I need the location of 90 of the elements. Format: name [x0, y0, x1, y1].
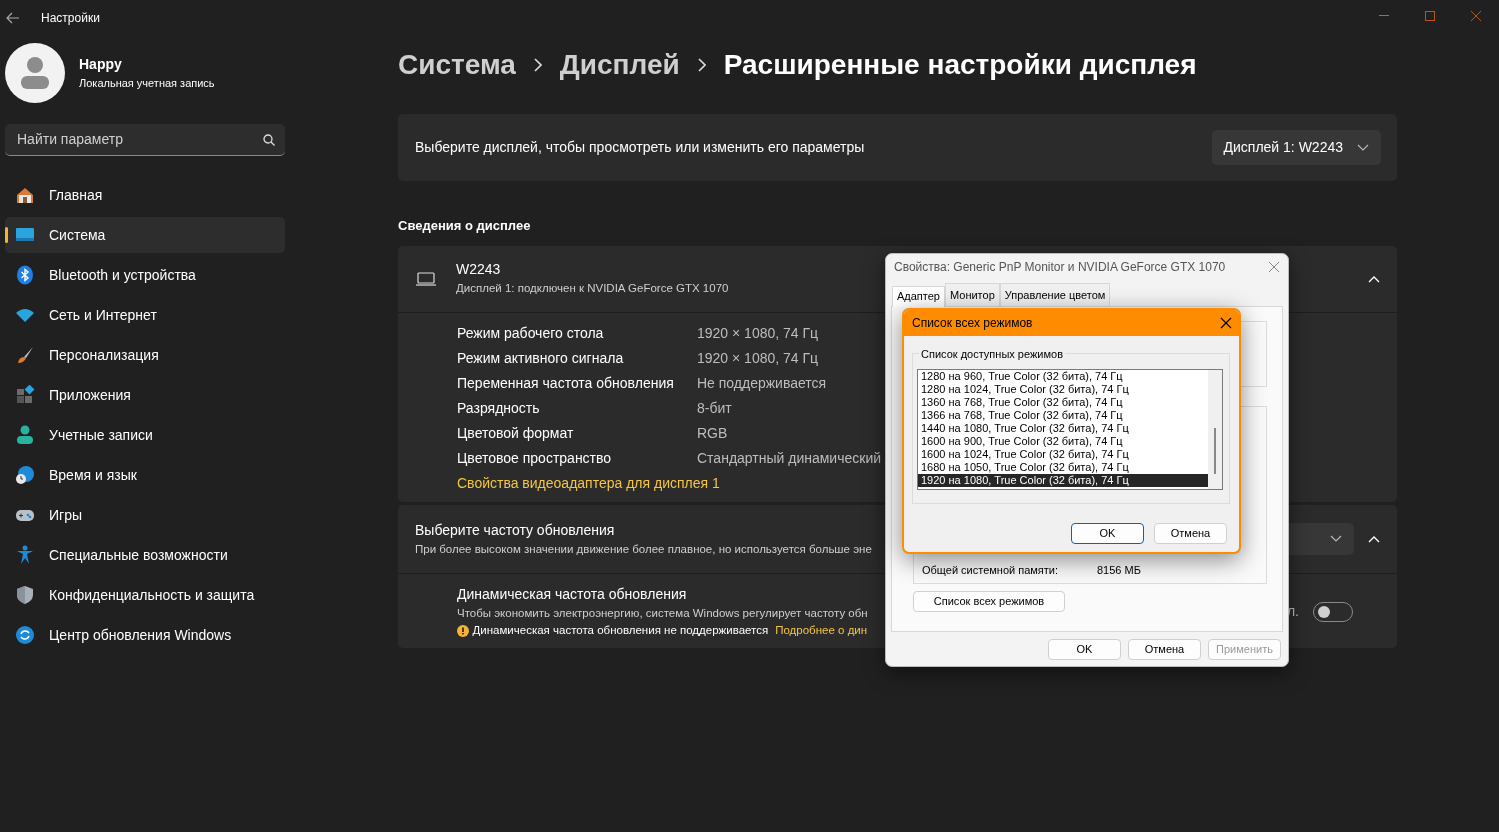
tab[interactable]: Управление цветом — [999, 282, 1111, 306]
display-select-label: Выберите дисплей, чтобы просмотреть или изменить его параметры — [415, 138, 865, 157]
dialog-button[interactable]: Отмена — [1128, 639, 1201, 660]
search-field[interactable]: Найти параметр — [15, 128, 263, 151]
apps-icon — [15, 385, 35, 405]
list-item[interactable]: 1366 на 768, True Color (32 бита), 74 Гц — [918, 409, 1208, 422]
user-name: Happy — [79, 55, 123, 75]
info-label: Цветовой формат — [457, 423, 575, 443]
sidebar-item[interactable]: Конфиденциальность и защита — [5, 577, 285, 613]
sync-icon — [15, 625, 35, 645]
laptop-icon — [416, 271, 436, 286]
breadcrumb-item[interactable]: Дисплей — [559, 44, 680, 86]
sidebar-item[interactable]: Центр обновления Windows — [5, 617, 285, 653]
info-label: Переменная частота обновления — [457, 373, 675, 393]
dynamic-refresh-title: Динамическая частота обновления — [457, 585, 687, 604]
adapter-properties-link[interactable]: Свойства видеоадаптера для дисплея 1 — [457, 474, 720, 491]
accessibility-icon — [15, 545, 35, 565]
info-value: Стандартный динамический — [697, 448, 882, 468]
list-all-modes-button[interactable]: Список всех режимов — [913, 591, 1065, 612]
scrollbar-thumb — [1214, 428, 1216, 474]
learn-more-link[interactable]: Подробнее о дин — [775, 622, 868, 640]
list-item[interactable]: 1600 на 1024, True Color (32 бита), 74 Гц — [918, 448, 1208, 461]
sidebar-item[interactable]: Учетные записи — [5, 417, 285, 453]
info-value: RGB — [697, 423, 728, 443]
refresh-rate-description: При более высоком значении движение более плавное, но используется больше эне — [415, 541, 872, 557]
dialog-title: Свойства: Generic PnP Monitor и NVIDIA GeForce GTX 1070 — [894, 259, 1226, 276]
dynamic-refresh-description: Чтобы экономить электроэнергию, система Windows регулирует частоту обн — [457, 606, 868, 621]
chevron-down-icon — [1357, 143, 1369, 152]
info-value: 1920 × 1080, 74 Гц — [697, 323, 819, 343]
sidebar-item[interactable]: Специальные возможности — [5, 537, 285, 573]
window-title: Настройки — [41, 10, 100, 27]
chevron-down-icon — [1330, 535, 1342, 543]
list-item[interactable]: 1440 на 1080, True Color (32 бита), 74 Гц — [918, 422, 1208, 435]
tab[interactable]: Адаптер — [892, 285, 945, 307]
account-type: Локальная учетная запись — [79, 76, 215, 92]
back-icon — [6, 12, 20, 24]
list-item[interactable]: 1600 на 900, True Color (32 бита), 74 Гц — [918, 435, 1208, 448]
info-value: Не поддерживается — [697, 373, 827, 393]
display-subtitle: Дисплей 1: подключен к NVIDIA GeForce GTX 1070 — [456, 281, 729, 297]
person-icon — [20, 56, 50, 90]
search-box[interactable]: Найти параметр — [5, 124, 285, 156]
chevron-right-icon — [697, 58, 706, 72]
globe-clock-icon — [15, 465, 35, 485]
sidebar-item[interactable]: Приложения — [5, 377, 285, 413]
sidebar-item[interactable]: Персонализация — [5, 337, 285, 373]
chevron-up-icon[interactable] — [1368, 535, 1380, 543]
tab[interactable]: Монитор — [945, 282, 1000, 306]
info-label: Цветовое пространство — [457, 448, 613, 468]
close-icon[interactable] — [1220, 317, 1232, 329]
list-item[interactable]: 1360 на 768, True Color (32 бита), 74 Гц — [918, 396, 1208, 409]
sidebar-item[interactable]: Bluetooth и устройства — [5, 257, 285, 293]
info-label: Разрядность — [457, 398, 541, 418]
minimize-icon — [1379, 15, 1389, 17]
memory-label: Общей системной памяти: — [922, 562, 1060, 578]
list-item[interactable]: 1280 на 1024, True Color (32 бита), 74 Гц — [918, 383, 1208, 396]
info-label: Режим активного сигнала — [457, 348, 625, 368]
chevron-up-icon[interactable] — [1368, 274, 1380, 283]
info-value: 8-бит — [697, 398, 732, 418]
dialog-button[interactable]: Отмена — [1154, 523, 1227, 544]
list-item[interactable]: 1280 на 960, True Color (32 бита), 74 Гц — [918, 370, 1208, 383]
memory-value: 8156 МБ — [1097, 562, 1141, 578]
shield-icon — [15, 585, 35, 605]
warning-icon — [457, 624, 469, 637]
close-icon — [1471, 11, 1481, 21]
section-title: Сведения о дисплее — [398, 217, 532, 235]
modes-list[interactable] — [917, 369, 1223, 490]
sidebar-item[interactable]: Система — [5, 217, 285, 253]
dialog-title: Список всех режимов — [912, 315, 1033, 332]
display-name: W2243 — [456, 260, 501, 280]
sidebar-item[interactable]: Главная — [5, 177, 285, 213]
sidebar-item[interactable]: Время и язык — [5, 457, 285, 493]
breadcrumb-item: Расширенные настройки дисплея — [723, 48, 1197, 82]
person-icon — [15, 425, 35, 445]
bluetooth-icon — [15, 265, 35, 285]
info-label: Режим рабочего стола — [457, 323, 605, 343]
list-item[interactable]: 1680 на 1050, True Color (32 бита), 74 Гц — [918, 461, 1208, 474]
breadcrumb-item[interactable]: Система — [398, 44, 516, 86]
sidebar-item[interactable]: Сеть и Интернет — [5, 297, 285, 333]
sidebar-item[interactable]: Игры — [5, 497, 285, 533]
info-value: 1920 × 1080, 74 Гц — [697, 348, 819, 368]
maximize-icon — [1425, 11, 1435, 21]
warning-text: Динамическая частота обновления не поддерживается — [472, 623, 769, 639]
refresh-rate-title: Выберите частоту обновления — [415, 520, 615, 540]
search-icon — [263, 133, 275, 146]
display-dropdown[interactable]: Дисплей 1: W2243 — [1211, 130, 1381, 165]
chevron-right-icon — [533, 58, 542, 72]
dialog-button[interactable]: OK — [1071, 523, 1144, 544]
dialog-button[interactable]: OK — [1048, 639, 1121, 660]
list-item[interactable]: 1920 на 1080, True Color (32 бита), 74 Гц — [918, 474, 1208, 487]
house-icon — [15, 185, 35, 205]
